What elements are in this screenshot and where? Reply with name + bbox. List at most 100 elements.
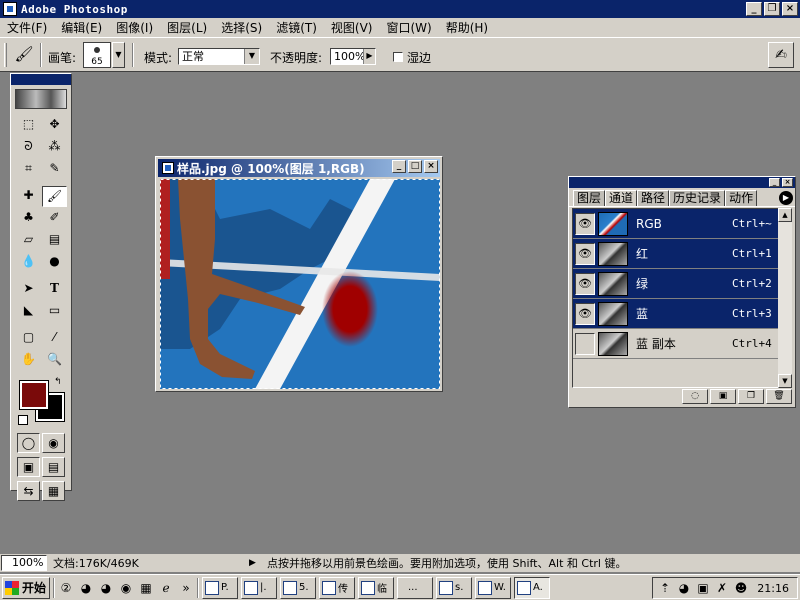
eye-icon[interactable]: 👁 [575,302,595,325]
trash-icon[interactable]: 🗑 [766,389,792,404]
document-maximize-button[interactable]: □ [408,160,422,173]
close-button[interactable]: × [782,2,798,16]
hand-tool-icon[interactable]: ✋ [16,350,41,371]
tab-channels[interactable]: 通道 [605,190,638,206]
task-button[interactable]: ... [397,576,433,599]
panel-title-bar[interactable]: _ × [569,177,795,188]
menu-file[interactable]: 文件(F) [0,19,54,36]
load-selection-icon[interactable]: ◌ [682,389,708,404]
slice-tool-icon[interactable]: ✎ [42,159,67,180]
messenger-tray-icon[interactable]: ◕ [676,581,692,595]
menu-help[interactable]: 帮助(H) [439,19,495,36]
eye-empty-icon[interactable] [575,332,595,355]
status-menu-icon[interactable]: ▶ [249,558,261,568]
healing-brush-tool-icon[interactable]: ✚ [16,186,41,207]
quick-mask-mode-icon[interactable]: ◉ [42,433,65,453]
pen-tool-icon[interactable]: ◣ [16,301,41,322]
gradient-tool-icon[interactable]: ▤ [42,230,67,251]
panel-menu-icon[interactable]: ▶ [779,191,793,205]
messenger-icon[interactable]: ◕ [78,580,94,596]
task-button[interactable]: s. [436,576,472,599]
foreground-color-swatch[interactable] [19,380,49,410]
tab-history[interactable]: 历史记录 [669,190,726,206]
qq-icon[interactable]: ☻ [733,581,749,595]
channel-row-blue[interactable]: 👁 蓝 Ctrl+3 [573,299,779,329]
type-tool-icon[interactable]: T [42,279,67,300]
mode-select[interactable]: 正常 ▼ [178,48,260,65]
jump-to-imageready-icon[interactable]: ⇆ [17,481,40,501]
media-player-icon[interactable]: ◉ [118,580,134,596]
minimize-button[interactable]: _ [746,2,762,16]
brush-tool-icon[interactable]: 🖌 [42,186,67,207]
tab-actions[interactable]: 动作 [725,190,758,206]
brush-preset-picker[interactable]: 65 [83,42,111,68]
task-button[interactable]: 传 [319,576,355,599]
full-screen-menu-mode-icon[interactable]: ▤ [42,457,65,477]
menu-image[interactable]: 图像(I) [109,19,160,36]
path-selection-tool-icon[interactable]: ➤ [16,279,41,300]
clone-stamp-tool-icon[interactable]: ♣ [16,208,41,229]
menu-layer[interactable]: 图层(L) [160,19,214,36]
channel-row-green[interactable]: 👁 绿 Ctrl+2 [573,269,779,299]
restore-button[interactable]: ❐ [764,2,780,16]
messenger-alt-icon[interactable]: ◕ [98,580,114,596]
eyedropper-tool-icon[interactable]: ⁄ [42,328,67,349]
rectangle-tool-icon[interactable]: ▭ [42,301,67,322]
internet-explorer-icon[interactable]: ℯ [158,580,174,596]
zoom-field[interactable]: 100% [1,555,47,571]
menu-window[interactable]: 窗口(W) [379,19,438,36]
lasso-tool-icon[interactable]: ᘐ [16,137,41,158]
document-minimize-button[interactable]: _ [392,160,406,173]
document-close-button[interactable]: × [424,160,438,173]
menu-select[interactable]: 选择(S) [214,19,269,36]
menu-edit[interactable]: 编辑(E) [54,19,109,36]
notes-tool-icon[interactable]: ▢ [16,328,41,349]
antivirus-icon[interactable]: ✗ [714,581,730,595]
task-button[interactable]: 5. [280,576,316,599]
task-button-photoshop[interactable]: A. [514,576,550,599]
eye-icon[interactable]: 👁 [575,272,595,295]
menu-view[interactable]: 视图(V) [324,19,380,36]
panel-minimize-button[interactable]: _ [769,178,780,187]
imageready-icon[interactable]: ▦ [42,481,65,501]
eraser-tool-icon[interactable]: ▱ [16,230,41,251]
zoom-tool-icon[interactable]: 🔍 [42,350,67,371]
standard-screen-mode-icon[interactable]: ▣ [17,457,40,477]
menu-filter[interactable]: 滤镜(T) [269,19,324,36]
history-brush-tool-icon[interactable]: ✐ [42,208,67,229]
desktop-icon[interactable]: ▦ [138,580,154,596]
channel-row-blue-copy[interactable]: 蓝 副本 Ctrl+4 [573,329,779,359]
adobe-online-icon[interactable] [15,89,67,109]
options-bar-grip[interactable] [4,43,7,67]
eye-icon[interactable]: 👁 [575,212,595,235]
dodge-tool-icon[interactable]: ● [42,252,67,273]
tab-paths[interactable]: 路径 [637,190,670,206]
image-canvas[interactable] [160,179,440,389]
channel-scrollbar[interactable]: ▲ ▼ [778,208,792,388]
move-tool-icon[interactable]: ✥ [42,115,67,136]
channel-row-red[interactable]: 👁 红 Ctrl+1 [573,239,779,269]
swap-colors-icon[interactable]: ↰ [54,377,62,387]
monitor-icon[interactable]: ▣ [695,581,711,595]
brush-dropdown-button[interactable]: ▼ [112,42,125,68]
new-channel-icon[interactable]: ❐ [738,389,764,404]
network-icon[interactable]: ⇡ [657,581,673,595]
wet-edges-checkbox[interactable] [393,52,403,62]
scroll-down-icon[interactable]: ▼ [778,374,792,388]
task-button[interactable]: 临 [358,576,394,599]
task-button[interactable]: P. [202,576,238,599]
opacity-field[interactable]: 100% ▶ [330,48,376,65]
save-selection-icon[interactable]: ▣ [710,389,736,404]
eye-icon[interactable]: 👁 [575,242,595,265]
standard-mode-icon[interactable]: ◯ [17,433,40,453]
blur-tool-icon[interactable]: 💧 [16,252,41,273]
marquee-tool-icon[interactable]: ⬚ [16,115,41,136]
task-button[interactable]: |. [241,576,277,599]
chat-icon[interactable]: ② [58,580,74,596]
scroll-up-icon[interactable]: ▲ [778,208,792,222]
task-button[interactable]: W. [475,576,511,599]
default-colors-icon[interactable] [18,415,28,425]
tab-layers[interactable]: 图层 [573,190,606,206]
more-icon[interactable]: » [178,580,194,596]
crop-tool-icon[interactable]: ⌗ [16,159,41,180]
